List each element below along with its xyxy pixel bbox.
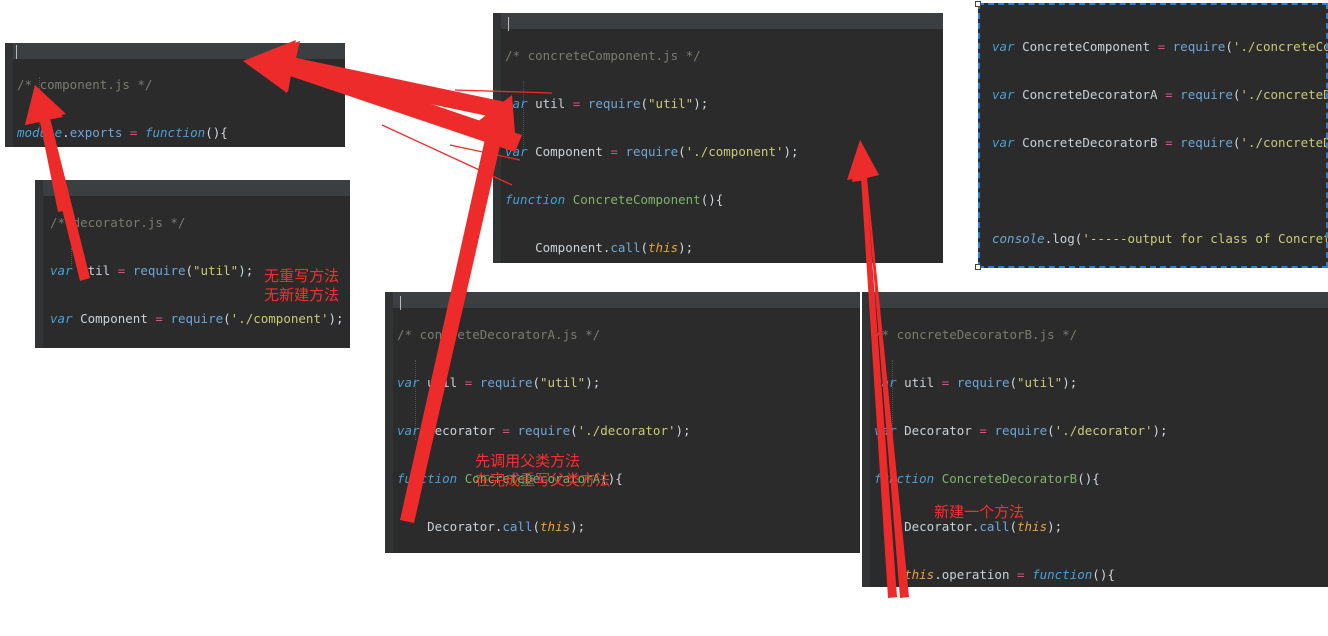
code-line: /* concreteDecoratorB.js */ <box>874 327 1078 342</box>
code-line: /* concreteComponent.js */ <box>505 48 701 63</box>
panel-concrete-decorator-b-code[interactable]: /* concreteDecoratorB.js */ var util = r… <box>862 292 1328 587</box>
panel-concrete-decorator-b: /* concreteDecoratorB.js */ var util = r… <box>862 292 1328 587</box>
selection-handle-top-left[interactable] <box>975 1 981 7</box>
panel-component-code[interactable]: /* component.js */ module.exports = func… <box>5 43 345 147</box>
code-line: /* concreteDecoratorA.js */ <box>397 327 601 342</box>
annotation-decorator-no-new-method: 无新建方法 <box>245 267 339 324</box>
panel-concrete-decorator-a-code[interactable]: /* concreteDecoratorA.js */ var util = r… <box>385 292 860 553</box>
annotation-line-1: 新建一个方法 <box>934 503 1025 521</box>
annotation-line-2: 在完成重写父类方法 <box>475 471 611 489</box>
annotation-decorator-a-override-parent: 在完成重写父类方法 <box>456 452 610 509</box>
panel-main: var ConcreteComponent = require('./concr… <box>978 3 1328 268</box>
panel-concrete-decorator-a: /* concreteDecoratorA.js */ var util = r… <box>385 292 860 553</box>
panel-concrete-component: /* concreteComponent.js */ var util = re… <box>493 13 943 263</box>
annotation-decorator-b-new-method: 新建一个方法 <box>915 484 1024 541</box>
blog-watermark: https://blog.csdn.net/Roobert_Chao <box>1057 576 1328 636</box>
annotation-line-2: 无新建方法 <box>264 286 340 304</box>
code-line: /* decorator.js */ <box>50 215 186 230</box>
code-line: /* component.js */ <box>17 77 153 92</box>
diagram-canvas: /* component.js */ module.exports = func… <box>0 0 1328 616</box>
panel-concrete-component-code[interactable]: /* concreteComponent.js */ var util = re… <box>493 13 943 263</box>
watermark-text: https://blog.csdn.net/Roobert_Chao <box>1078 596 1328 616</box>
selection-handle-bottom-left[interactable] <box>975 264 981 270</box>
panel-main-code[interactable]: var ConcreteComponent = require('./concr… <box>978 3 1328 268</box>
panel-component: /* component.js */ module.exports = func… <box>5 43 345 147</box>
